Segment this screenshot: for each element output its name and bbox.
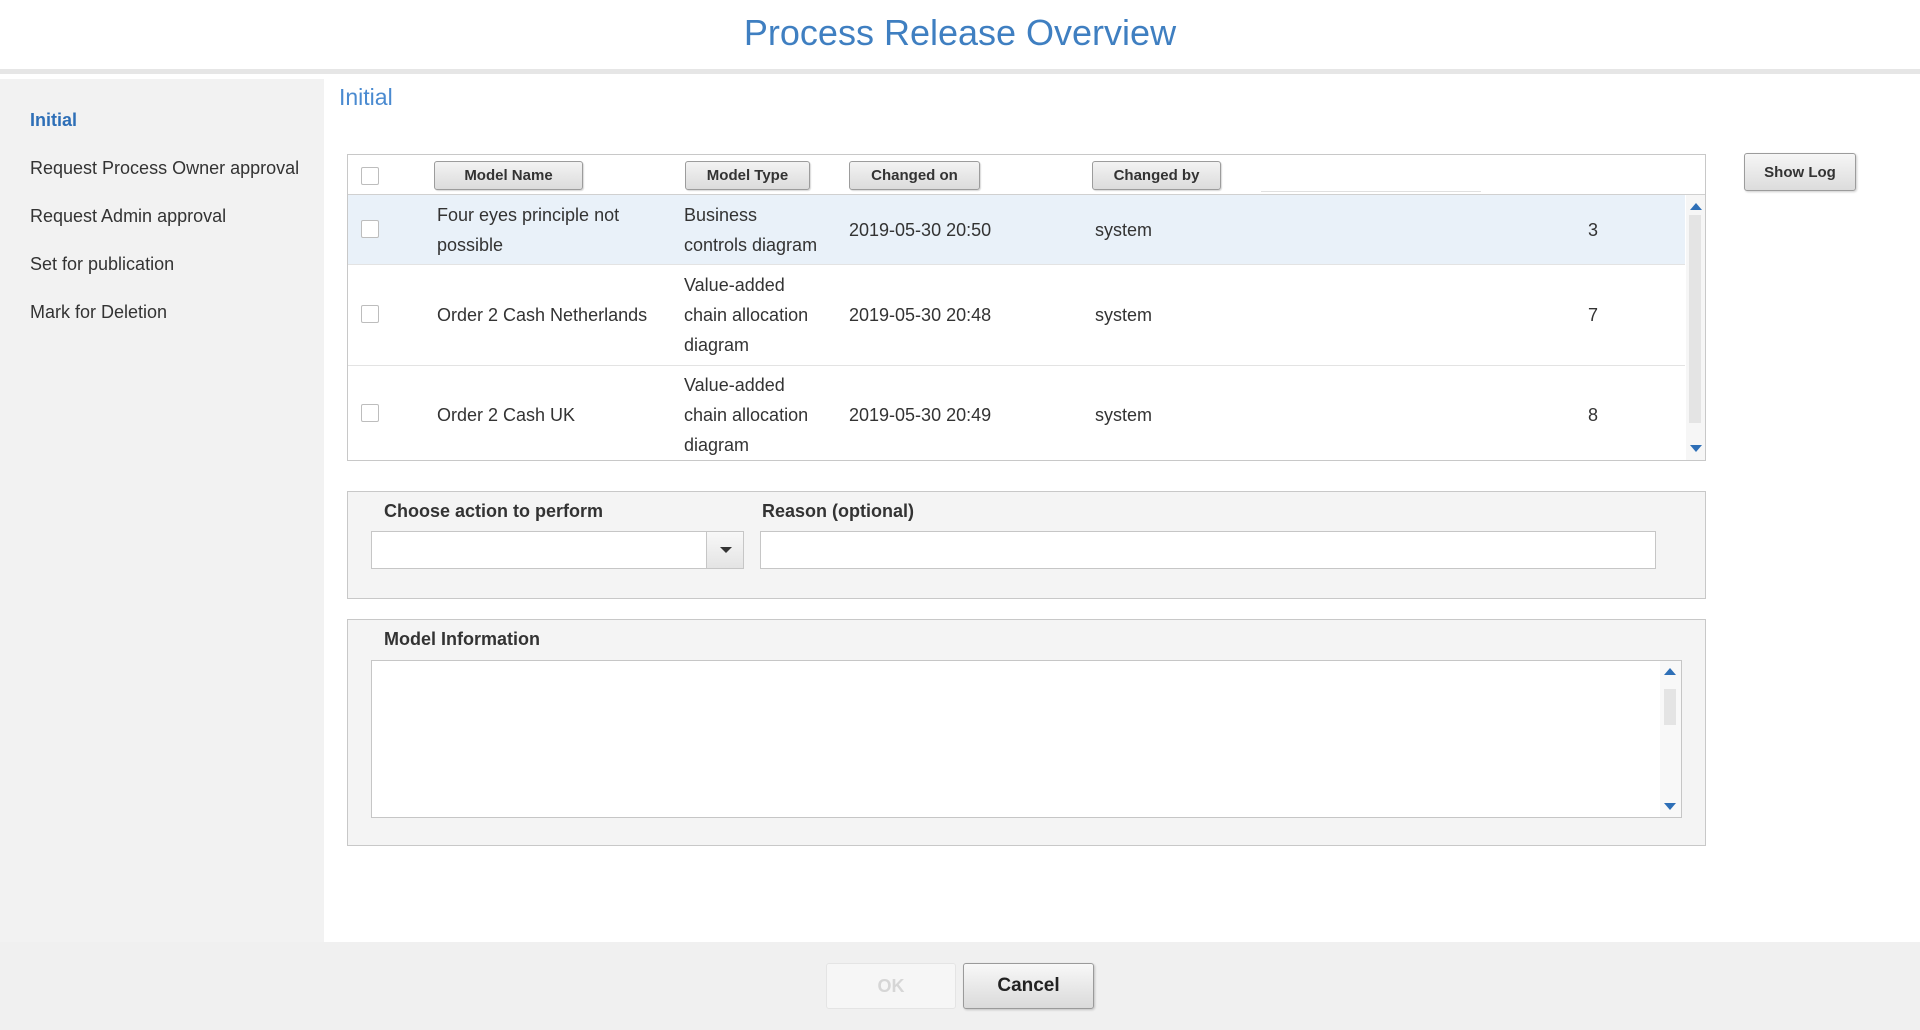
sidebar-item-initial[interactable]: Initial	[30, 110, 77, 131]
window-title: Process Release Overview	[743, 12, 1177, 53]
table-row[interactable]: Order 2 Cash Netherlands Value-added cha…	[348, 265, 1685, 366]
changed-by-cell: system	[1095, 220, 1153, 240]
changed-on-cell: 2019-05-30 20:48	[849, 305, 992, 325]
scrollbar-thumb[interactable]	[1689, 215, 1701, 423]
action-label: Choose action to perform	[384, 501, 604, 521]
table-row[interactable]: Order 2 Cash UK Value-added chain alloca…	[348, 366, 1685, 460]
model-information-panel: Model Information	[347, 619, 1706, 846]
model-information-textarea[interactable]	[371, 660, 1682, 818]
section-title: Initial	[339, 84, 393, 110]
sidebar-item-request-admin-approval[interactable]: Request Admin approval	[30, 206, 226, 227]
row-checkbox[interactable]	[361, 305, 379, 323]
changed-by-cell: system	[1095, 305, 1153, 325]
ok-button[interactable]: OK	[826, 963, 956, 1009]
model-name-cell: Order 2 Cash Netherlands	[437, 305, 648, 325]
sidebar-item-request-process-owner-approval[interactable]: Request Process Owner approval	[30, 158, 299, 179]
table-row[interactable]: Four eyes principle not possible Busines…	[348, 195, 1685, 265]
title-bar: Process Release Overview	[0, 0, 1920, 74]
changed-on-cell: 2019-05-30 20:49	[849, 405, 992, 425]
show-log-button[interactable]: Show Log	[1744, 153, 1856, 191]
model-type-cell: Value-added chain allocation diagram	[684, 375, 809, 455]
scrollbar-thumb[interactable]	[1664, 689, 1676, 725]
model-information-scrollbar[interactable]	[1660, 661, 1681, 817]
model-name-cell: Order 2 Cash UK	[437, 405, 576, 425]
model-name-cell: Four eyes principle not possible	[437, 205, 620, 255]
sidebar-item-set-for-publication[interactable]: Set for publication	[30, 254, 174, 275]
count-cell: 8	[1588, 405, 1599, 425]
action-panel: Choose action to perform Reason (optiona…	[347, 491, 1706, 599]
header-divider	[1261, 191, 1481, 192]
sidebar: Initial Request Process Owner approval R…	[0, 79, 324, 942]
sidebar-item-mark-for-deletion[interactable]: Mark for Deletion	[30, 302, 167, 323]
column-header-model-type[interactable]: Model Type	[685, 161, 810, 190]
action-dropdown-button[interactable]	[706, 532, 743, 568]
scroll-down-arrow-icon[interactable]	[1690, 445, 1702, 452]
reason-input[interactable]	[760, 531, 1656, 569]
table-header: Model Name Model Type Changed on Changed…	[348, 155, 1705, 195]
count-cell: 7	[1588, 305, 1599, 325]
changed-on-cell: 2019-05-30 20:50	[849, 220, 992, 240]
column-header-model-name[interactable]: Model Name	[434, 161, 583, 190]
count-cell: 3	[1588, 220, 1599, 240]
footer: OK Cancel	[0, 942, 1920, 1030]
changed-by-cell: system	[1095, 405, 1153, 425]
row-checkbox[interactable]	[361, 404, 379, 422]
table-scrollbar[interactable]	[1686, 195, 1705, 460]
reason-label: Reason (optional)	[762, 501, 914, 521]
scroll-up-arrow-icon[interactable]	[1690, 203, 1702, 210]
row-checkbox[interactable]	[361, 220, 379, 238]
model-type-cell: Value-added chain allocation diagram	[684, 275, 809, 355]
model-table: Model Name Model Type Changed on Changed…	[347, 154, 1706, 461]
scroll-down-arrow-icon[interactable]	[1664, 803, 1676, 810]
action-select[interactable]	[371, 531, 744, 569]
select-all-checkbox[interactable]	[361, 167, 379, 185]
model-information-label: Model Information	[384, 629, 540, 649]
scroll-up-arrow-icon[interactable]	[1664, 668, 1676, 675]
column-header-changed-on[interactable]: Changed on	[849, 161, 980, 190]
cancel-button[interactable]: Cancel	[963, 963, 1094, 1009]
chevron-down-icon	[720, 547, 732, 553]
model-type-cell: Business controls diagram	[684, 205, 818, 255]
column-header-changed-by[interactable]: Changed by	[1092, 161, 1221, 190]
